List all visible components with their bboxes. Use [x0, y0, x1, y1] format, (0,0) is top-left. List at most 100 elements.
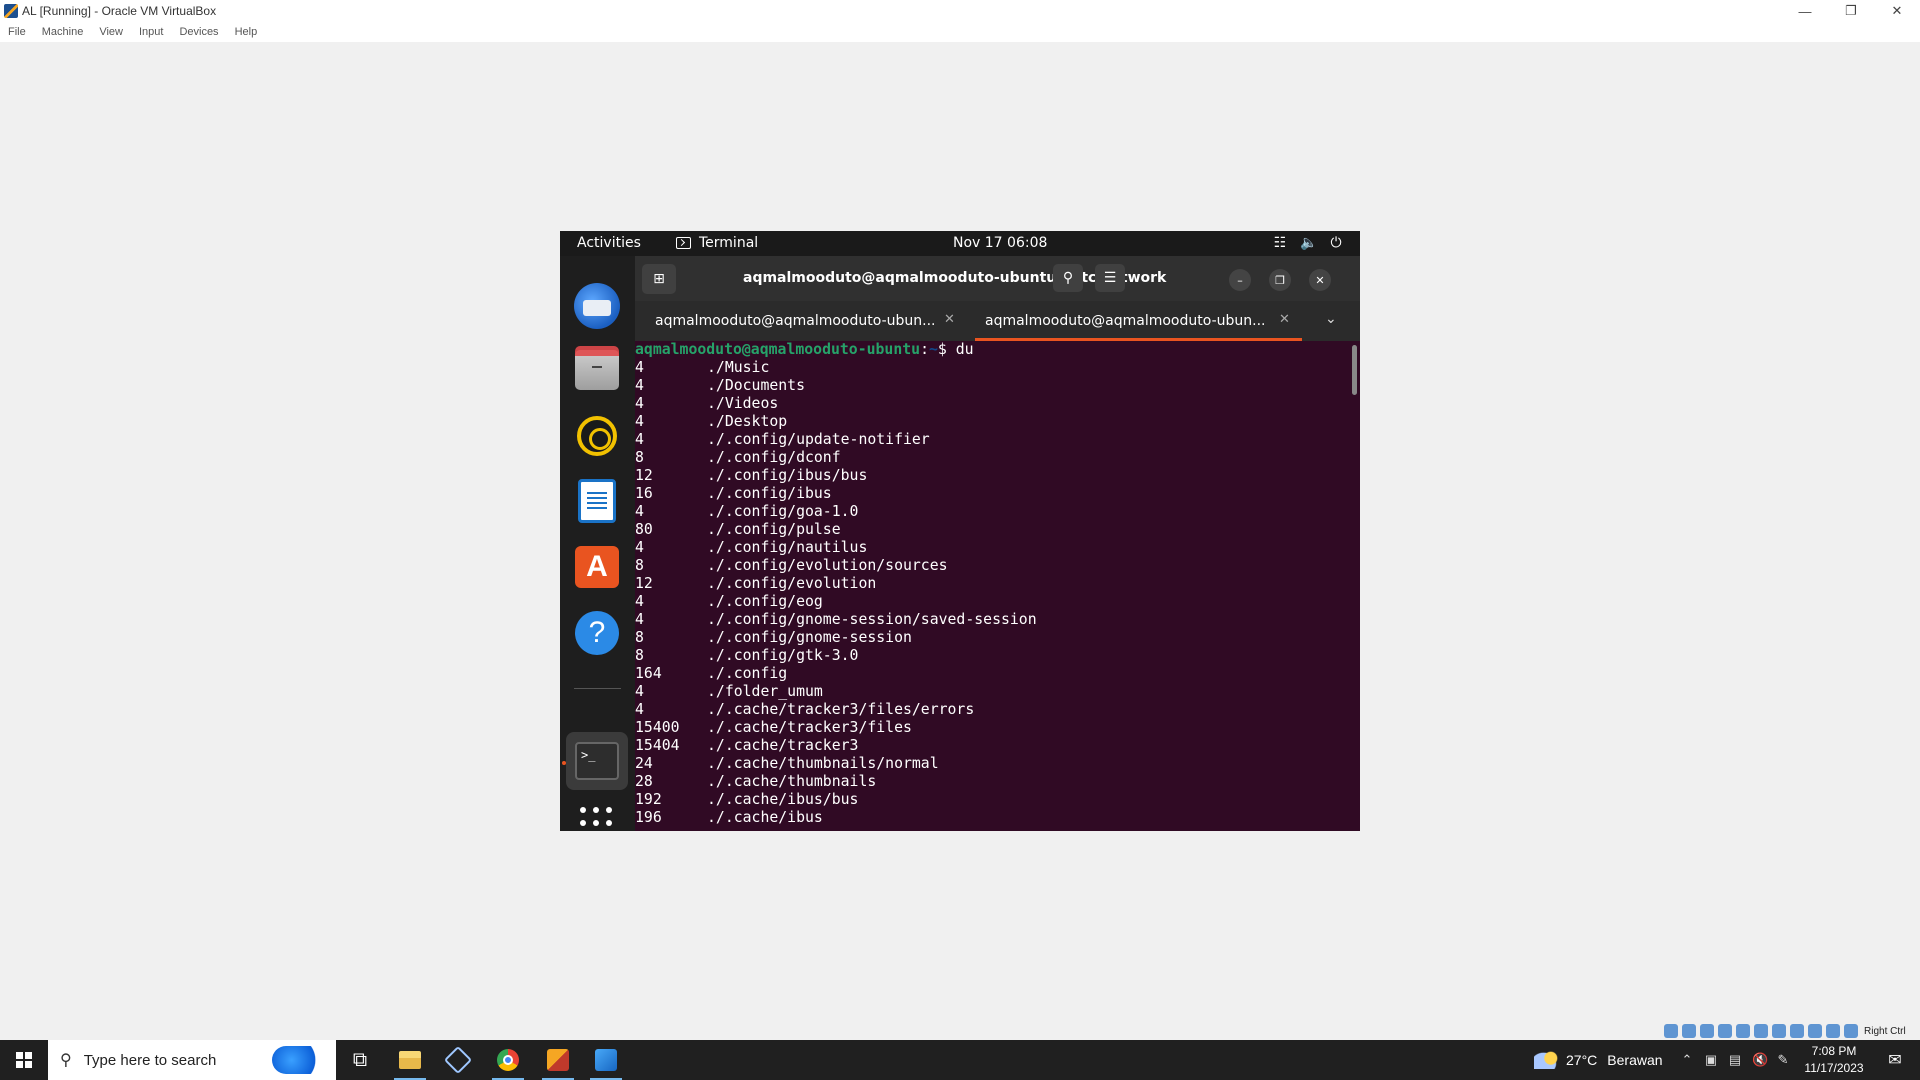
menu-devices[interactable]: Devices	[179, 26, 218, 38]
du-path: ./.config	[707, 665, 788, 682]
taskbar-chrome[interactable]	[484, 1040, 532, 1080]
system-tray[interactable]: ☷ 🔈 ⏻	[1272, 235, 1344, 251]
grid-dot	[606, 820, 612, 826]
du-path: ./.config/ibus/bus	[707, 467, 868, 484]
du-path: ./.config/ibus	[707, 485, 832, 502]
grid-dot	[580, 820, 586, 826]
virtualbox-menubar: File Machine View Input Devices Help	[0, 22, 1920, 42]
menu-file[interactable]: File	[8, 26, 26, 38]
recording-icon[interactable]	[1790, 1024, 1804, 1038]
start-button[interactable]	[0, 1040, 48, 1080]
power-icon[interactable]: ⏻	[1328, 235, 1344, 251]
menu-input[interactable]: Input	[139, 26, 163, 38]
menu-view[interactable]: View	[99, 26, 123, 38]
menu-machine[interactable]: Machine	[42, 26, 84, 38]
libreoffice-writer-icon	[578, 479, 616, 523]
du-path: ./.cache/tracker3	[707, 737, 859, 754]
terminal-window[interactable]: ⊞ aqmalmooduto@aqmalmooduto-ubuntu: /etc…	[635, 256, 1360, 831]
terminal-scrollbar[interactable]	[1352, 345, 1357, 395]
du-size: 192	[635, 791, 662, 808]
guest-additions-icon[interactable]	[1826, 1024, 1840, 1038]
activities-button[interactable]: Activities	[577, 235, 641, 251]
du-output: 4 ./Music 4 ./Documents 4 ./Videos 4 ./Desktop 4…	[635, 359, 1360, 827]
new-tab-button[interactable]: ⊞	[642, 264, 676, 294]
du-path: ./.config/gnome-session	[707, 629, 912, 646]
window-controls: — ❐ ✕	[1782, 0, 1920, 22]
taskbar-search-box[interactable]: ⚲ Type here to search	[48, 1040, 336, 1080]
dock-help[interactable]: ?	[573, 609, 621, 657]
display-icon[interactable]	[1772, 1024, 1786, 1038]
cloudy-weather-icon	[1534, 1051, 1558, 1069]
maximize-button[interactable]: ❐	[1269, 269, 1291, 291]
du-size: 15404	[635, 737, 680, 754]
search-button[interactable]: ⚲	[1053, 264, 1083, 292]
prompt-separator: :	[920, 341, 929, 358]
taskbar-virtualbox-manager[interactable]	[434, 1040, 482, 1080]
menu-help[interactable]: Help	[235, 26, 258, 38]
taskbar-app[interactable]	[582, 1040, 630, 1080]
files-icon	[575, 346, 619, 390]
app-menu-label: Terminal	[699, 235, 759, 251]
cpu-icon[interactable]	[1808, 1024, 1822, 1038]
close-window-button[interactable]: ✕	[1874, 0, 1920, 22]
notification-center-button[interactable]: ✉	[1875, 1040, 1915, 1080]
usb-icon[interactable]	[1736, 1024, 1750, 1038]
taskbar-file-explorer[interactable]	[386, 1040, 434, 1080]
terminal-tab-bar: aqmalmooduto@aqmalmooduto-ubun... ✕ aqma…	[635, 301, 1360, 341]
dock-thunderbird[interactable]	[573, 282, 621, 330]
optical-drive-icon[interactable]	[1682, 1024, 1696, 1038]
du-path: ./.cache/ibus/bus	[707, 791, 859, 808]
chevron-down-icon[interactable]: ⌄	[1325, 311, 1337, 327]
shared-folders-icon[interactable]	[1754, 1024, 1768, 1038]
network-icon[interactable]: ☷	[1272, 235, 1288, 251]
mouse-integration-icon[interactable]	[1844, 1024, 1858, 1038]
search-highlight-icon[interactable]	[272, 1046, 328, 1074]
notification-icon: ✉	[1888, 1052, 1902, 1069]
du-size: 4	[635, 593, 644, 610]
app-menu[interactable]: Terminal	[676, 235, 758, 251]
grid-dot	[593, 820, 599, 826]
tab-close-icon[interactable]: ✕	[944, 312, 955, 327]
terminal-tab-1[interactable]: aqmalmooduto@aqmalmooduto-ubun... ✕	[635, 301, 965, 341]
virtualbox-vm-icon	[547, 1049, 569, 1071]
help-icon: ?	[575, 611, 619, 655]
network-icon[interactable]: ▤	[1728, 1052, 1742, 1068]
audio-icon[interactable]	[1700, 1024, 1714, 1038]
du-output-row: 4 ./.cache/tracker3/files/errors	[635, 701, 1360, 719]
show-applications-button[interactable]	[580, 807, 614, 831]
network-adapter-icon[interactable]	[1718, 1024, 1732, 1038]
minimize-window-button[interactable]: —	[1782, 0, 1828, 22]
dock-files[interactable]	[573, 346, 621, 394]
pen-icon[interactable]: ✎	[1776, 1052, 1790, 1068]
du-output-row: 8 ./.config/gtk-3.0	[635, 647, 1360, 665]
search-icon: ⚲	[60, 1052, 72, 1069]
terminal-output[interactable]: aqmalmooduto@aqmalmooduto-ubuntu:~$ du 4…	[635, 341, 1360, 831]
speaker-muted-icon[interactable]: 🔇	[1752, 1052, 1768, 1068]
taskbar-clock[interactable]: 7:08 PM 11/17/2023	[1802, 1043, 1866, 1077]
window-title: AL [Running] - Oracle VM VirtualBox	[22, 4, 217, 18]
du-path: ./Documents	[707, 377, 805, 394]
du-size: 8	[635, 629, 644, 646]
taskbar-virtualbox-vm[interactable]	[534, 1040, 582, 1080]
tab-close-icon[interactable]: ✕	[1279, 312, 1290, 327]
dock-software[interactable]: A	[573, 543, 621, 591]
du-size: 12	[635, 575, 653, 592]
task-view-button[interactable]: ⧉	[336, 1040, 384, 1080]
hamburger-menu-button[interactable]: ☰	[1095, 264, 1125, 292]
chevron-up-icon[interactable]: ⌃	[1680, 1052, 1694, 1068]
dock-rhythmbox[interactable]	[573, 412, 621, 460]
weather-widget[interactable]: 27°C Berawan	[1534, 1040, 1663, 1080]
volume-icon[interactable]: 🔈	[1300, 235, 1317, 251]
ubuntu-dock: A ? >_	[560, 256, 635, 831]
close-button[interactable]: ✕	[1309, 269, 1331, 291]
camera-icon[interactable]: ▣	[1704, 1052, 1718, 1068]
du-output-row: 12 ./.config/ibus/bus	[635, 467, 1360, 485]
dock-terminal[interactable]: >_	[566, 732, 628, 790]
gnome-clock[interactable]: Nov 17 06:08	[953, 235, 1047, 251]
restore-window-button[interactable]: ❐	[1828, 0, 1874, 22]
vm-screen[interactable]: Activities Terminal Nov 17 06:08 ☷ 🔈 ⏻ A…	[560, 231, 1360, 831]
minimize-button[interactable]: –	[1229, 269, 1251, 291]
hard-disk-icon[interactable]	[1664, 1024, 1678, 1038]
dock-libreoffice-writer[interactable]	[573, 477, 621, 525]
terminal-tab-2[interactable]: aqmalmooduto@aqmalmooduto-ubun... ✕	[972, 301, 1302, 341]
